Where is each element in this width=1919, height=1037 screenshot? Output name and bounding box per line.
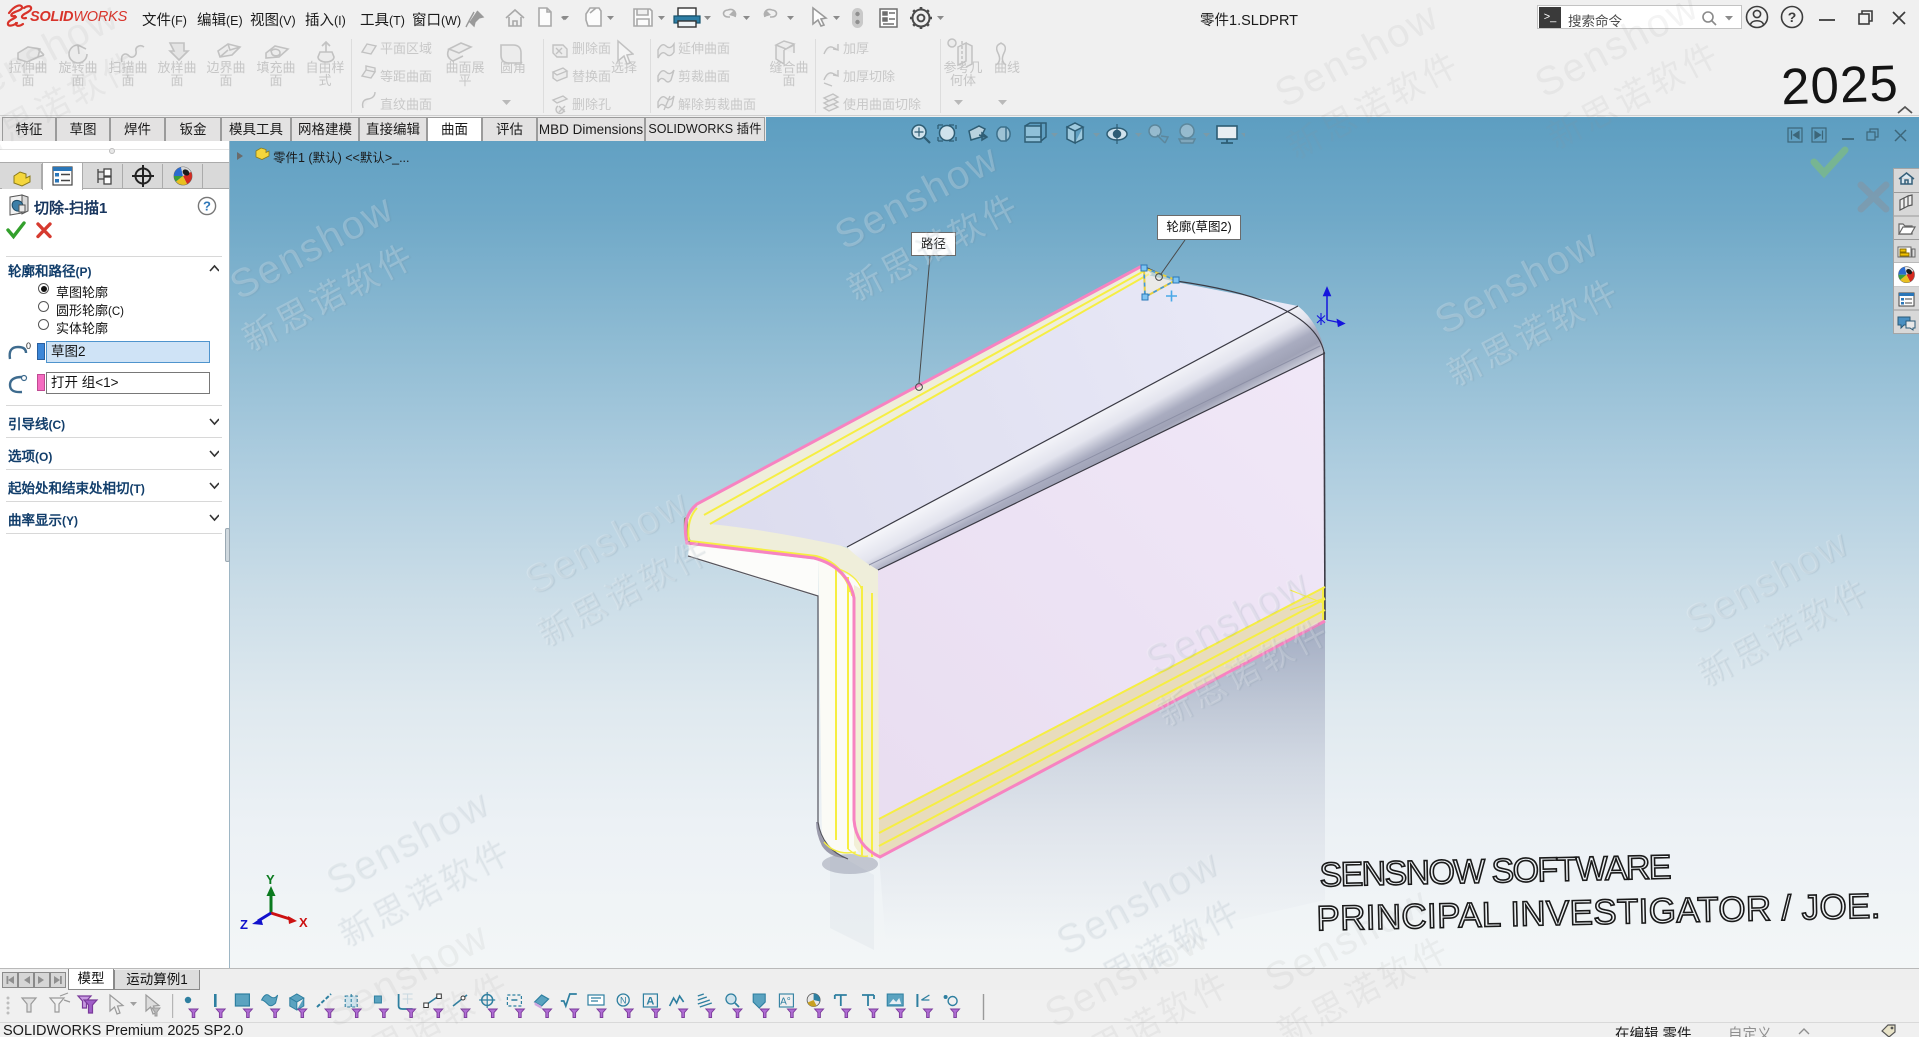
svg-text:?: ? xyxy=(1788,9,1797,25)
svg-text:Z: Z xyxy=(240,917,248,932)
svg-text:X: X xyxy=(299,915,308,930)
svg-text:?: ? xyxy=(203,199,211,214)
svg-text:SENSNOW SOFTWARE: SENSNOW SOFTWARE xyxy=(1319,848,1672,894)
svg-text:Y: Y xyxy=(266,872,275,887)
svg-text:N: N xyxy=(620,996,627,1006)
svg-text:SOLIDWORKS: SOLIDWORKS xyxy=(30,9,128,25)
svg-text:A: A xyxy=(646,996,654,1008)
svg-text:0: 0 xyxy=(26,341,31,351)
svg-text:PRINCIPAL INVESTIGATOR / JOE.: PRINCIPAL INVESTIGATOR / JOE. xyxy=(1316,887,1881,939)
svg-text:A°: A° xyxy=(780,997,791,1008)
